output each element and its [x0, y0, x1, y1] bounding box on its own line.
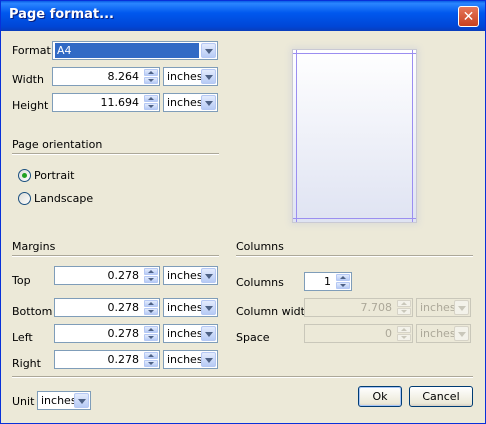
- divider: [12, 255, 219, 257]
- space-label: Space: [236, 331, 270, 344]
- chevron-down-icon[interactable]: [201, 300, 216, 315]
- margin-top-unit-select[interactable]: inches: [163, 266, 218, 285]
- columns-count-value: 1: [324, 275, 331, 288]
- spin-up-icon[interactable]: [144, 69, 158, 76]
- unit-label: Unit: [12, 395, 35, 408]
- width-unit-value: inches: [167, 70, 203, 83]
- margin-top-spinner[interactable]: 0.278: [54, 266, 160, 285]
- spin-up-icon[interactable]: [144, 352, 158, 359]
- divider: [12, 153, 219, 155]
- margin-left-label: Left: [12, 331, 33, 344]
- portrait-label[interactable]: Portrait: [34, 169, 74, 182]
- margin-right-spinner[interactable]: 0.278: [54, 350, 160, 369]
- height-unit-value: inches: [167, 96, 203, 109]
- spin-down-icon[interactable]: [144, 360, 158, 367]
- margin-right-unit-value: inches: [167, 353, 203, 366]
- spin-down-icon[interactable]: [144, 103, 158, 110]
- spin-up-icon[interactable]: [144, 95, 158, 102]
- title-bar[interactable]: Page format... ✕: [1, 1, 485, 31]
- space-unit-value: inches: [420, 327, 456, 340]
- spin-up-icon[interactable]: [397, 326, 411, 333]
- column-width-value: 7.708: [360, 301, 393, 314]
- margins-section-title: Margins: [12, 240, 56, 253]
- page-format-dialog: Page format... ✕ Format A4 Width 8.264 i…: [0, 0, 486, 424]
- margin-bottom-spinner[interactable]: 0.278: [54, 298, 160, 317]
- divider: [236, 255, 473, 257]
- column-width-unit-select[interactable]: inches: [416, 298, 471, 317]
- format-label: Format: [12, 44, 51, 57]
- spin-down-icon[interactable]: [397, 308, 411, 315]
- spin-down-icon[interactable]: [336, 282, 350, 289]
- column-width-label: Column width: [236, 305, 312, 318]
- chevron-down-icon[interactable]: [74, 393, 89, 408]
- spin-up-icon[interactable]: [144, 326, 158, 333]
- column-width-unit-value: inches: [420, 301, 456, 314]
- width-unit-select[interactable]: inches: [163, 67, 218, 86]
- preview-margin-top: [293, 53, 416, 54]
- margin-bottom-unit-value: inches: [167, 301, 203, 314]
- margin-right-label: Right: [12, 357, 41, 370]
- spin-down-icon[interactable]: [144, 334, 158, 341]
- chevron-down-icon[interactable]: [201, 326, 216, 341]
- margin-bottom-value: 0.278: [107, 301, 140, 314]
- format-value: A4: [55, 43, 199, 58]
- unit-value: inches: [41, 394, 77, 407]
- margin-right-unit-select[interactable]: inches: [163, 350, 218, 369]
- chevron-down-icon[interactable]: [201, 69, 216, 84]
- landscape-radio[interactable]: [18, 192, 31, 205]
- chevron-down-icon[interactable]: [201, 352, 216, 367]
- columns-count-spinner[interactable]: 1: [304, 272, 352, 291]
- preview-margin-right: [412, 50, 413, 222]
- spin-up-icon[interactable]: [144, 300, 158, 307]
- margin-bottom-unit-select[interactable]: inches: [163, 298, 218, 317]
- spin-up-icon[interactable]: [397, 300, 411, 307]
- chevron-down-icon[interactable]: [201, 268, 216, 283]
- width-value: 8.264: [107, 70, 140, 83]
- spin-down-icon[interactable]: [144, 308, 158, 315]
- unit-select[interactable]: inches: [37, 391, 91, 410]
- spin-down-icon[interactable]: [397, 334, 411, 341]
- space-value: 0: [385, 327, 392, 340]
- preview-margin-left: [296, 50, 297, 222]
- portrait-radio[interactable]: [18, 169, 31, 182]
- format-select[interactable]: A4: [52, 41, 218, 60]
- margin-top-unit-value: inches: [167, 269, 203, 282]
- close-button[interactable]: ✕: [458, 6, 479, 27]
- chevron-down-icon[interactable]: [201, 95, 216, 110]
- space-unit-select[interactable]: inches: [416, 324, 471, 343]
- height-unit-select[interactable]: inches: [163, 93, 218, 112]
- divider: [12, 376, 473, 378]
- margin-left-unit-select[interactable]: inches: [163, 324, 218, 343]
- margin-bottom-label: Bottom: [12, 305, 53, 318]
- chevron-down-icon[interactable]: [454, 326, 469, 341]
- chevron-down-icon[interactable]: [454, 300, 469, 315]
- width-label: Width: [12, 73, 44, 86]
- chevron-down-icon[interactable]: [201, 43, 216, 58]
- orientation-section-title: Page orientation: [12, 138, 103, 151]
- spin-down-icon[interactable]: [144, 77, 158, 84]
- spin-up-icon[interactable]: [336, 274, 350, 281]
- page-preview: [292, 49, 417, 223]
- margin-right-value: 0.278: [107, 353, 140, 366]
- spin-up-icon[interactable]: [144, 268, 158, 275]
- margin-top-label: Top: [12, 274, 31, 287]
- columns-count-label: Columns: [236, 276, 284, 289]
- spin-down-icon[interactable]: [144, 276, 158, 283]
- margin-left-value: 0.278: [107, 327, 140, 340]
- window-title: Page format...: [9, 7, 114, 22]
- columns-section-title: Columns: [236, 240, 284, 253]
- margin-top-value: 0.278: [107, 269, 140, 282]
- width-spinner[interactable]: 8.264: [52, 67, 160, 86]
- ok-button[interactable]: Ok: [358, 386, 402, 407]
- preview-margin-bottom: [293, 218, 416, 219]
- height-label: Height: [12, 99, 49, 112]
- cancel-button[interactable]: Cancel: [409, 386, 473, 407]
- margin-left-spinner[interactable]: 0.278: [54, 324, 160, 343]
- height-value: 11.694: [100, 96, 140, 109]
- space-spinner[interactable]: 0: [304, 324, 413, 343]
- column-width-spinner[interactable]: 7.708: [304, 298, 413, 317]
- height-spinner[interactable]: 11.694: [52, 93, 160, 112]
- margin-left-unit-value: inches: [167, 327, 203, 340]
- landscape-label[interactable]: Landscape: [34, 192, 93, 205]
